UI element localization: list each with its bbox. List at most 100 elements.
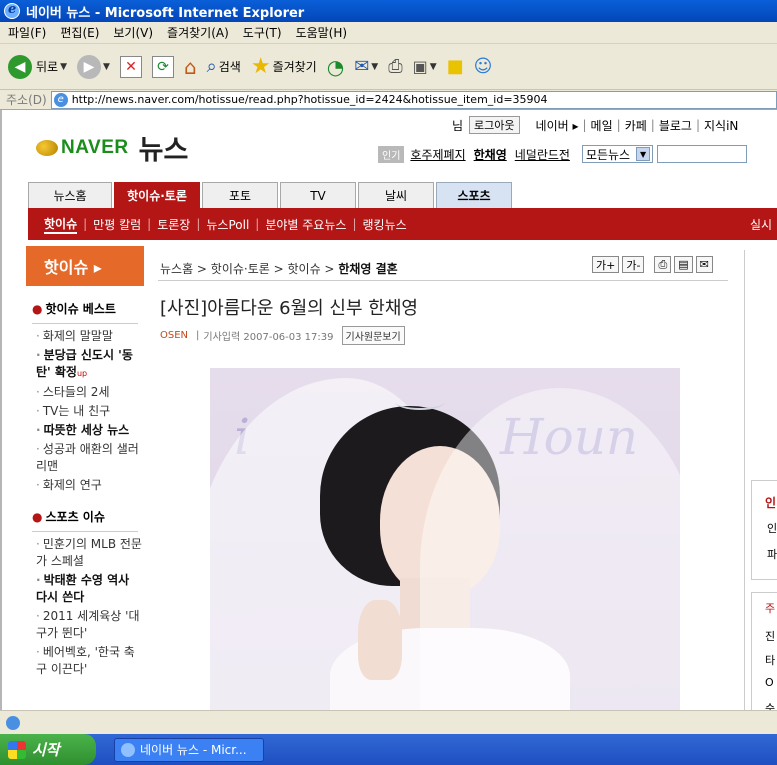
sidebar-item[interactable]: · 따뜻한 세상 뉴스 (26, 422, 144, 439)
sidebar-section-title: ● 핫이슈 베스트 (32, 302, 116, 316)
original-article-button[interactable]: 기사원문보기 (341, 326, 405, 345)
logout-button[interactable]: 로그아웃 (469, 116, 520, 134)
history-button[interactable]: ◔ (327, 55, 344, 79)
tiara (395, 394, 445, 410)
start-label: 시작 (32, 741, 60, 759)
note-icon: ■ (446, 56, 464, 77)
sidebar-item[interactable]: · 민훈기의 MLB 전문가 스페셜 (26, 536, 144, 570)
menu-file[interactable]: 파일(F) (8, 24, 46, 41)
chevron-down-icon[interactable]: ▼ (103, 62, 110, 72)
hot-keyword[interactable]: 한채영 (474, 146, 507, 163)
refresh-button[interactable]: ⟳ (151, 55, 174, 78)
link-naver[interactable]: 네이버 ▸ (536, 117, 579, 134)
link-kin[interactable]: 지식iN (704, 117, 738, 134)
print-button[interactable]: ⎙ (388, 56, 402, 77)
sidebar-item[interactable]: · TV는 내 친구 (26, 403, 144, 420)
chevron-down-icon: ▼ (636, 147, 651, 161)
tab-news-home[interactable]: 뉴스홈 (28, 182, 112, 208)
sidebar-item[interactable]: · 박태환 수영 역사 다시 쓴다 (26, 572, 144, 606)
sidebar-header[interactable]: 핫이슈 ▸ (26, 246, 144, 286)
print-icon[interactable]: ⎙ (654, 256, 672, 273)
search-icon: ⌕ (206, 56, 217, 77)
subnav-cartoon-column[interactable]: 만평 칼럼 (93, 216, 141, 233)
scrap-icon[interactable]: ▤ (674, 256, 693, 273)
right-panel-line[interactable]: 주 (765, 600, 775, 616)
tab-tv[interactable]: TV (280, 182, 356, 208)
hot-badge: 인기 (378, 145, 405, 163)
subnav-ranking[interactable]: 랭킹뉴스 (362, 216, 406, 233)
right-panel-line[interactable]: 파 (767, 546, 777, 562)
main-tabs: 뉴스홈 핫이슈·토론 포토 TV 날씨 스포츠 (28, 182, 514, 208)
address-label: 주소(D) (6, 93, 47, 107)
subnav-poll[interactable]: 뉴스Poll (206, 216, 249, 233)
sidebar-item[interactable]: · 분당급 신도시 '동탄' 확정up (26, 347, 144, 382)
subnav-section-news[interactable]: 분야별 주요뉴스 (265, 216, 346, 233)
link-blog[interactable]: 블로그 (659, 117, 692, 134)
news-search-input[interactable] (657, 145, 748, 163)
font-decrease-button[interactable]: 가- (622, 256, 645, 273)
right-panel-line[interactable]: 타 (765, 652, 775, 668)
subnav-hotissue[interactable]: 핫이슈 (44, 215, 78, 234)
sidebar-item[interactable]: · 성공과 애환의 샐러리맨 (26, 441, 144, 475)
page-status-icon (6, 715, 20, 730)
tab-weather[interactable]: 날씨 (358, 182, 434, 208)
sidebar-item[interactable]: · 스타들의 2세 (26, 384, 144, 401)
menu-favorites[interactable]: 즐겨찾기(A) (167, 24, 229, 41)
tab-photo[interactable]: 포토 (202, 182, 278, 208)
sidebar-item[interactable]: · 화제의 연구 (26, 477, 144, 494)
hot-keyword[interactable]: 호주제폐지 (410, 146, 465, 163)
subnav-realtime[interactable]: 실시 (750, 216, 772, 233)
article-source[interactable]: OSEN (160, 330, 188, 341)
link-cafe[interactable]: 카페 (625, 117, 647, 134)
menu-view[interactable]: 보기(V) (113, 24, 153, 41)
forward-button[interactable]: ▶ ▼ (77, 54, 110, 79)
discuss-button[interactable]: ■ (447, 56, 464, 77)
back-button[interactable]: ◀ 뒤로 ▼ (8, 54, 67, 79)
stop-button[interactable]: ✕ (119, 55, 142, 78)
right-panel-line[interactable]: 인 (767, 520, 777, 536)
tab-sports[interactable]: 스포츠 (436, 182, 512, 208)
start-button[interactable]: 시작 (0, 734, 96, 765)
email-icon[interactable]: ✉ (695, 256, 713, 273)
chevron-down-icon[interactable]: ▼ (371, 62, 378, 72)
menu-help[interactable]: 도움말(H) (296, 24, 348, 41)
history-icon: ◔ (326, 54, 345, 79)
home-icon: ⌂ (183, 54, 197, 79)
font-increase-button[interactable]: 가+ (592, 256, 620, 273)
task-label: 네이버 뉴스 - Micr... (140, 743, 247, 757)
top-links: 님 로그아웃 네이버 ▸ | 메일 | 카페 | 블로그 | 지식iN (452, 116, 739, 134)
right-panel-line[interactable]: 순 (765, 700, 775, 710)
taskbar-window-button[interactable]: 네이버 뉴스 - Micr... (114, 737, 264, 762)
menu-tools[interactable]: 도구(T) (243, 24, 282, 41)
right-panel-line[interactable]: O (765, 676, 774, 689)
article-date: 기사입력 2007-06-03 17:39 (203, 332, 334, 343)
window-title: 네이버 뉴스 - Microsoft Internet Explorer (26, 5, 305, 21)
sidebar-item[interactable]: · 2011 세계육상 '대구가 뛴다' (26, 608, 144, 642)
favorites-button[interactable]: ★ 즐겨찾기 (251, 54, 317, 79)
sidebar-item[interactable]: · 화제의 말말말 (26, 328, 144, 345)
page-content: 님 로그아웃 네이버 ▸ | 메일 | 카페 | 블로그 | 지식iN NAVE… (0, 110, 777, 710)
right-panel-line[interactable]: 진 (765, 628, 775, 644)
home-button[interactable]: ⌂ (184, 55, 197, 79)
chevron-down-icon[interactable]: ▼ (60, 62, 67, 72)
chevron-down-icon[interactable]: ▼ (430, 62, 437, 72)
news-scope-select[interactable]: 모든뉴스 ▼ (581, 145, 654, 163)
search-button[interactable]: ⌕ 검색 (207, 56, 241, 77)
tab-hotissue[interactable]: 핫이슈·토론 (114, 182, 200, 208)
messenger-button[interactable]: ☺ (474, 56, 493, 77)
messenger-icon: ☺ (473, 56, 493, 77)
sidebar-item[interactable]: · 베어벡호, '한국 축구 이끈다' (26, 644, 144, 678)
address-input[interactable]: e http://news.naver.com/hotissue/read.ph… (50, 90, 777, 109)
browser-toolbar: ◀ 뒤로 ▼ ▶ ▼ ✕ ⟳ ⌂ ⌕ 검색 ★ 즐겨찾기 ◔ ✉ ▼ ⎙ ▣ ▼… (0, 44, 777, 90)
naver-news-logo[interactable]: NAVER 뉴스 (36, 128, 188, 167)
logo-naver: NAVER (61, 136, 129, 158)
subnav-debate[interactable]: 토론장 (157, 216, 190, 233)
breadcrumb-path[interactable]: 뉴스홈 > 핫이슈·토론 > 핫이슈 > (160, 262, 338, 276)
link-mail[interactable]: 메일 (591, 117, 613, 134)
mail-button[interactable]: ✉ ▼ (354, 56, 378, 77)
left-sidebar: 핫이슈 ▸ ● 핫이슈 베스트 · 화제의 말말말 · 분당급 신도시 '동탄' 확정… (26, 246, 144, 680)
menu-bar: 파일(F) 편집(E) 보기(V) 즐겨찾기(A) 도구(T) 도움말(H) (0, 22, 777, 44)
menu-edit[interactable]: 편집(E) (60, 24, 99, 41)
hot-keyword[interactable]: 네덜란드전 (515, 146, 570, 163)
edit-button[interactable]: ▣ ▼ (413, 57, 437, 76)
